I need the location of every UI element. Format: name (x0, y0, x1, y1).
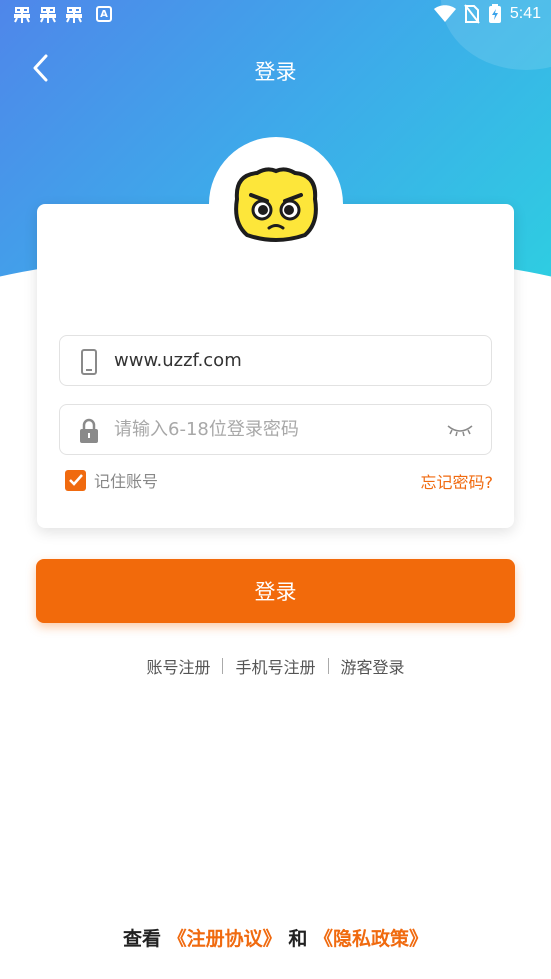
page-title: 登录 (254, 60, 297, 84)
agreement-text: 查看 《注册协议》 和 《隐私政策》 (0, 924, 551, 951)
agreement-and: 和 (288, 928, 308, 950)
eye-closed-icon[interactable] (447, 423, 473, 437)
app-icon (40, 7, 56, 23)
clock: 5:41 (509, 5, 541, 22)
login-button[interactable]: 登录 (36, 559, 515, 623)
divider (327, 658, 329, 674)
account-register-link[interactable]: 账号注册 (146, 654, 210, 678)
privacy-link[interactable]: 《隐私政策》 (314, 928, 428, 950)
remember-account-toggle[interactable]: 记住账号 (65, 468, 158, 492)
no-sim-icon (464, 4, 480, 24)
phone-input[interactable] (114, 336, 444, 385)
app-icon (66, 7, 82, 23)
a-icon: A (96, 6, 112, 22)
check-icon (68, 474, 83, 486)
status-bar: A 5:41 (0, 0, 551, 32)
lock-icon (80, 418, 98, 443)
phone-register-link[interactable]: 手机号注册 (235, 654, 315, 678)
password-field[interactable] (59, 404, 492, 455)
system-status: 5:41 (433, 4, 541, 24)
terms-link[interactable]: 《注册协议》 (168, 928, 282, 950)
forgot-password-link[interactable]: 忘记密码? (421, 469, 494, 493)
remember-checkbox[interactable] (65, 469, 86, 491)
agreement-prefix: 查看 (123, 928, 162, 950)
app-icon (14, 7, 30, 23)
divider (222, 658, 224, 674)
guest-login-link[interactable]: 游客登录 (341, 654, 405, 678)
alternative-links: 账号注册 手机号注册 游客登录 (0, 654, 551, 678)
phone-icon (81, 349, 97, 375)
wifi-icon (433, 5, 456, 22)
battery-charging-icon (488, 4, 501, 23)
password-input[interactable] (114, 405, 444, 454)
mascot-logo (234, 167, 318, 242)
remember-label: 记住账号 (94, 472, 159, 491)
nav-bar: 登录 (0, 40, 551, 96)
phone-field[interactable] (59, 335, 492, 386)
notification-area: A (12, 4, 112, 24)
